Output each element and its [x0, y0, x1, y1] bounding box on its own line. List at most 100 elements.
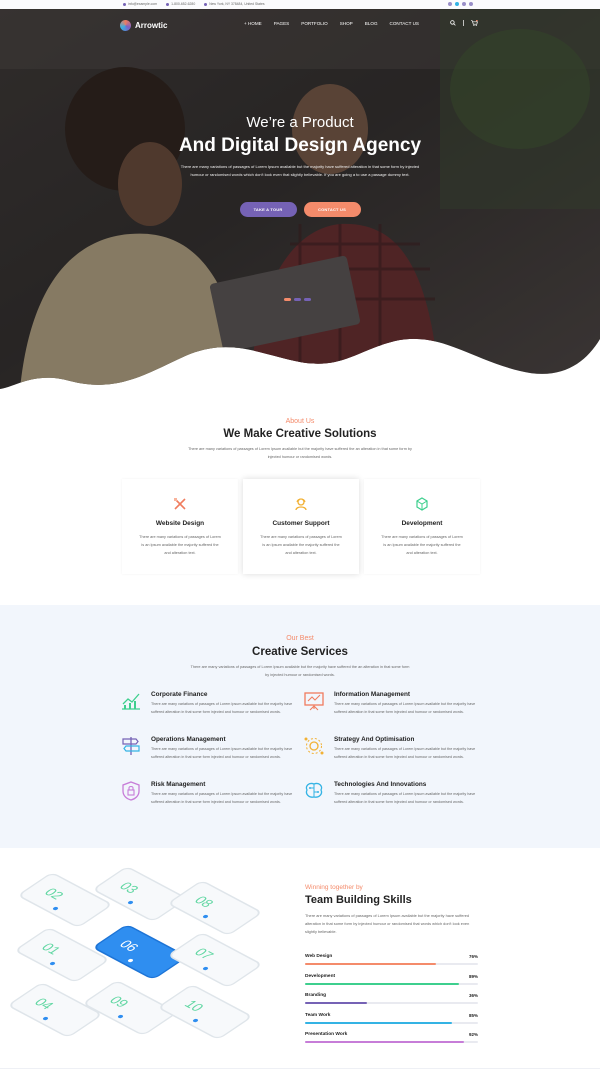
- nav-item-portfolio[interactable]: PORTFOLIO: [301, 21, 327, 26]
- service-title: Technologies And Innovations: [334, 781, 427, 788]
- cart-icon[interactable]: [471, 20, 478, 26]
- service-title: Operations Management: [151, 736, 226, 743]
- skills-section: Winning together by Team Building Skills…: [305, 884, 478, 936]
- slider-dot-2[interactable]: [294, 298, 301, 301]
- signpost-icon: [122, 737, 140, 755]
- slider-dot-3[interactable]: [304, 298, 311, 301]
- brand-name: Arrowtic: [135, 21, 168, 30]
- brand-logo[interactable]: Arrowtic: [120, 20, 167, 31]
- skill-track: [305, 1002, 478, 1004]
- mail-icon: [123, 2, 126, 6]
- skills-title: Team Building Skills: [305, 894, 412, 906]
- support-agent-icon: [295, 498, 307, 511]
- nav-item-contact[interactable]: CONTACT US: [390, 21, 419, 26]
- hero-heading-block: We’re a Product And Digital Design Agenc…: [0, 114, 600, 179]
- skill-label: Development: [305, 973, 336, 979]
- phone-card: 03: [95, 867, 185, 921]
- instagram-icon[interactable]: [462, 2, 466, 6]
- service-text: There are many variations of passages of…: [334, 792, 476, 804]
- skill-percent: 89%: [468, 973, 478, 979]
- skill-percent: 92%: [468, 1032, 478, 1037]
- gear-strategy-icon: [304, 737, 324, 755]
- skill-bars: Web Design 76% Development 89% Branding 36% Te…: [305, 954, 478, 1064]
- about-section: About Us We Make Creative Solutions Ther…: [0, 418, 600, 461]
- phone-body: [170, 881, 260, 935]
- nav-item-blog[interactable]: BLOG: [365, 21, 378, 26]
- nav-item-home[interactable]: + HOME: [244, 21, 262, 26]
- phone-link[interactable]: 1-800-652-6280: [166, 2, 195, 6]
- hero-photo-background: [0, 9, 600, 389]
- phone-body: [10, 983, 100, 1037]
- service-title: Strategy And Optimisation: [334, 736, 415, 743]
- card-text: There are many variations of passages of…: [139, 535, 221, 555]
- services-text: There are many variations of passages of…: [190, 665, 410, 677]
- service-text: There are many variations of passages of…: [151, 747, 293, 759]
- card-customer-support[interactable]: Customer Support There are many variatio…: [243, 479, 359, 574]
- phone-card: 01: [17, 928, 107, 982]
- skill-percent: 85%: [468, 1012, 478, 1018]
- card-title: Development: [401, 520, 443, 527]
- address-text: New York, NY 378484, United States: [204, 2, 265, 6]
- facebook-icon[interactable]: [448, 2, 452, 6]
- skill-track: [305, 1041, 478, 1043]
- service-text: There are many variations of passages of…: [334, 747, 476, 759]
- skill-percent: 76%: [468, 954, 478, 959]
- finance-chart-icon: [122, 693, 140, 710]
- main-navbar: Arrowtic + HOME PAGES PORTFOLIO SHOP BLO…: [0, 9, 600, 40]
- skill-label: Web Design: [305, 954, 333, 959]
- presentation-board-icon: [304, 692, 324, 711]
- brain-circuit-icon: [305, 782, 323, 798]
- card-development[interactable]: Development There are many variations of…: [364, 479, 480, 574]
- about-kicker: About Us: [285, 418, 315, 425]
- phones-illustration: 02 03 08 01 06 07 04 09 10: [0, 860, 290, 1060]
- service-text: There are many variations of passages of…: [151, 792, 293, 804]
- twitter-icon[interactable]: [455, 2, 459, 6]
- card-text: There are many variations of passages of…: [260, 535, 342, 555]
- about-text: There are many variations of passages of…: [188, 447, 412, 459]
- skills-kicker: Winning together by: [305, 884, 363, 891]
- about-title: We Make Creative Solutions: [223, 428, 377, 440]
- card-title: Website Design: [155, 520, 205, 527]
- hero-section: We’re a Product And Digital Design Agenc…: [0, 9, 600, 389]
- phone-body: [170, 933, 260, 987]
- card-title: Customer Support: [272, 520, 330, 527]
- phone-body: [20, 873, 110, 927]
- isometric-phones-graphic: 02 030801 06 0704 09 10: [10, 867, 260, 1039]
- pinterest-icon[interactable]: [469, 2, 473, 6]
- skill-label: Presentation Work: [305, 1032, 348, 1037]
- phone-card: 04: [10, 983, 100, 1037]
- cube-icon: [416, 497, 428, 511]
- phone-card: 07: [170, 933, 260, 987]
- search-icon[interactable]: [450, 20, 456, 26]
- services-title: Creative Services: [252, 646, 348, 658]
- nav-icons: [450, 20, 478, 26]
- hero-title-line1: We’re a Product: [246, 114, 354, 131]
- hero-title-line2: And Digital Design Agency: [178, 135, 422, 156]
- services-section: Our Best Creative Services There are man…: [0, 605, 600, 848]
- contact-us-button[interactable]: CONTACT US: [303, 202, 361, 217]
- social-links: [448, 2, 473, 6]
- skill-track: [305, 982, 478, 985]
- nav-item-shop[interactable]: SHOP: [340, 21, 353, 26]
- skill-track: [305, 963, 478, 965]
- card-website-design[interactable]: Website Design There are many variations…: [122, 479, 238, 574]
- top-info-bar: info@example.com 1-800-652-6280 New York…: [0, 0, 600, 9]
- skill-fill: [305, 963, 437, 965]
- service-text: There are many variations of passages of…: [334, 702, 476, 714]
- logo-mark-icon: [120, 20, 131, 31]
- skill-fill: [305, 1041, 465, 1043]
- phone-icon: [166, 2, 170, 6]
- phone-card: 08: [170, 881, 260, 935]
- slider-dots: [284, 298, 311, 301]
- nav-item-pages[interactable]: PAGES: [274, 21, 290, 26]
- slider-dot-1[interactable]: [284, 298, 291, 301]
- skill-fill: [305, 1021, 453, 1024]
- phone-card: 10: [160, 985, 250, 1039]
- nav-menu: + HOME PAGES PORTFOLIO SHOP BLOG CONTACT…: [244, 21, 419, 26]
- skill-fill: [305, 1002, 368, 1004]
- section-divider: [0, 1068, 600, 1069]
- take-a-tour-button[interactable]: TAKE A TOUR: [239, 202, 297, 217]
- services-kicker: Our Best: [286, 635, 314, 642]
- email-link[interactable]: info@example.com: [123, 2, 157, 6]
- hero-description: There are many variations of passages of…: [180, 164, 420, 177]
